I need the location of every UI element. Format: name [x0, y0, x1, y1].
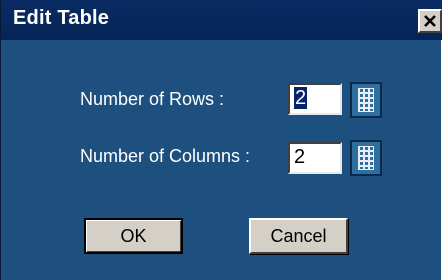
rows-grid-button[interactable] [350, 82, 382, 118]
cancel-button[interactable]: Cancel [249, 218, 348, 254]
columns-grid-button[interactable] [350, 140, 382, 176]
dialog-title: Edit Table [13, 7, 110, 29]
rows-input[interactable]: 2 [288, 83, 342, 115]
columns-input-value: 2 [294, 146, 306, 168]
rows-label: Number of Rows : [80, 89, 225, 109]
columns-input[interactable]: 2 [288, 142, 342, 174]
title-bar[interactable]: Edit Table [1, 0, 442, 40]
ok-button[interactable]: OK [84, 218, 183, 254]
close-button[interactable] [418, 9, 442, 33]
grid-icon [358, 88, 374, 112]
rows-input-value: 2 [294, 87, 308, 109]
grid-icon [358, 146, 374, 170]
columns-label: Number of Columns : [80, 146, 251, 166]
close-icon [424, 15, 436, 27]
edit-table-dialog: Edit Table Number of Rows : 2 Number of … [0, 0, 442, 280]
